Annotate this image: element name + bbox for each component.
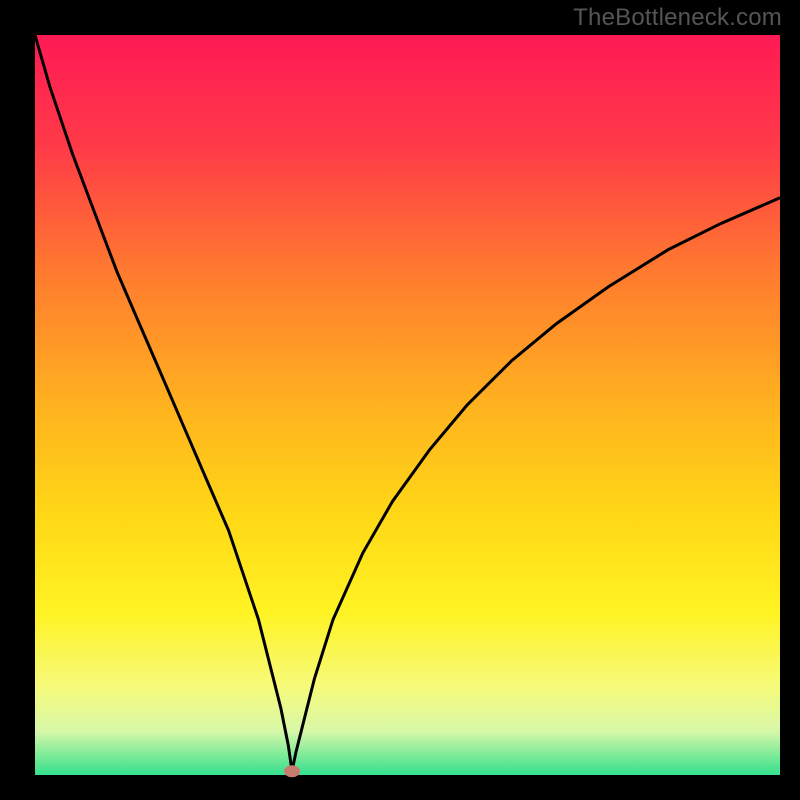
minimum-point-dot [284, 765, 300, 777]
chart-frame: TheBottleneck.com [0, 0, 800, 800]
watermark-text: TheBottleneck.com [573, 4, 782, 32]
plot-area [35, 35, 780, 775]
chart-svg [0, 0, 800, 800]
